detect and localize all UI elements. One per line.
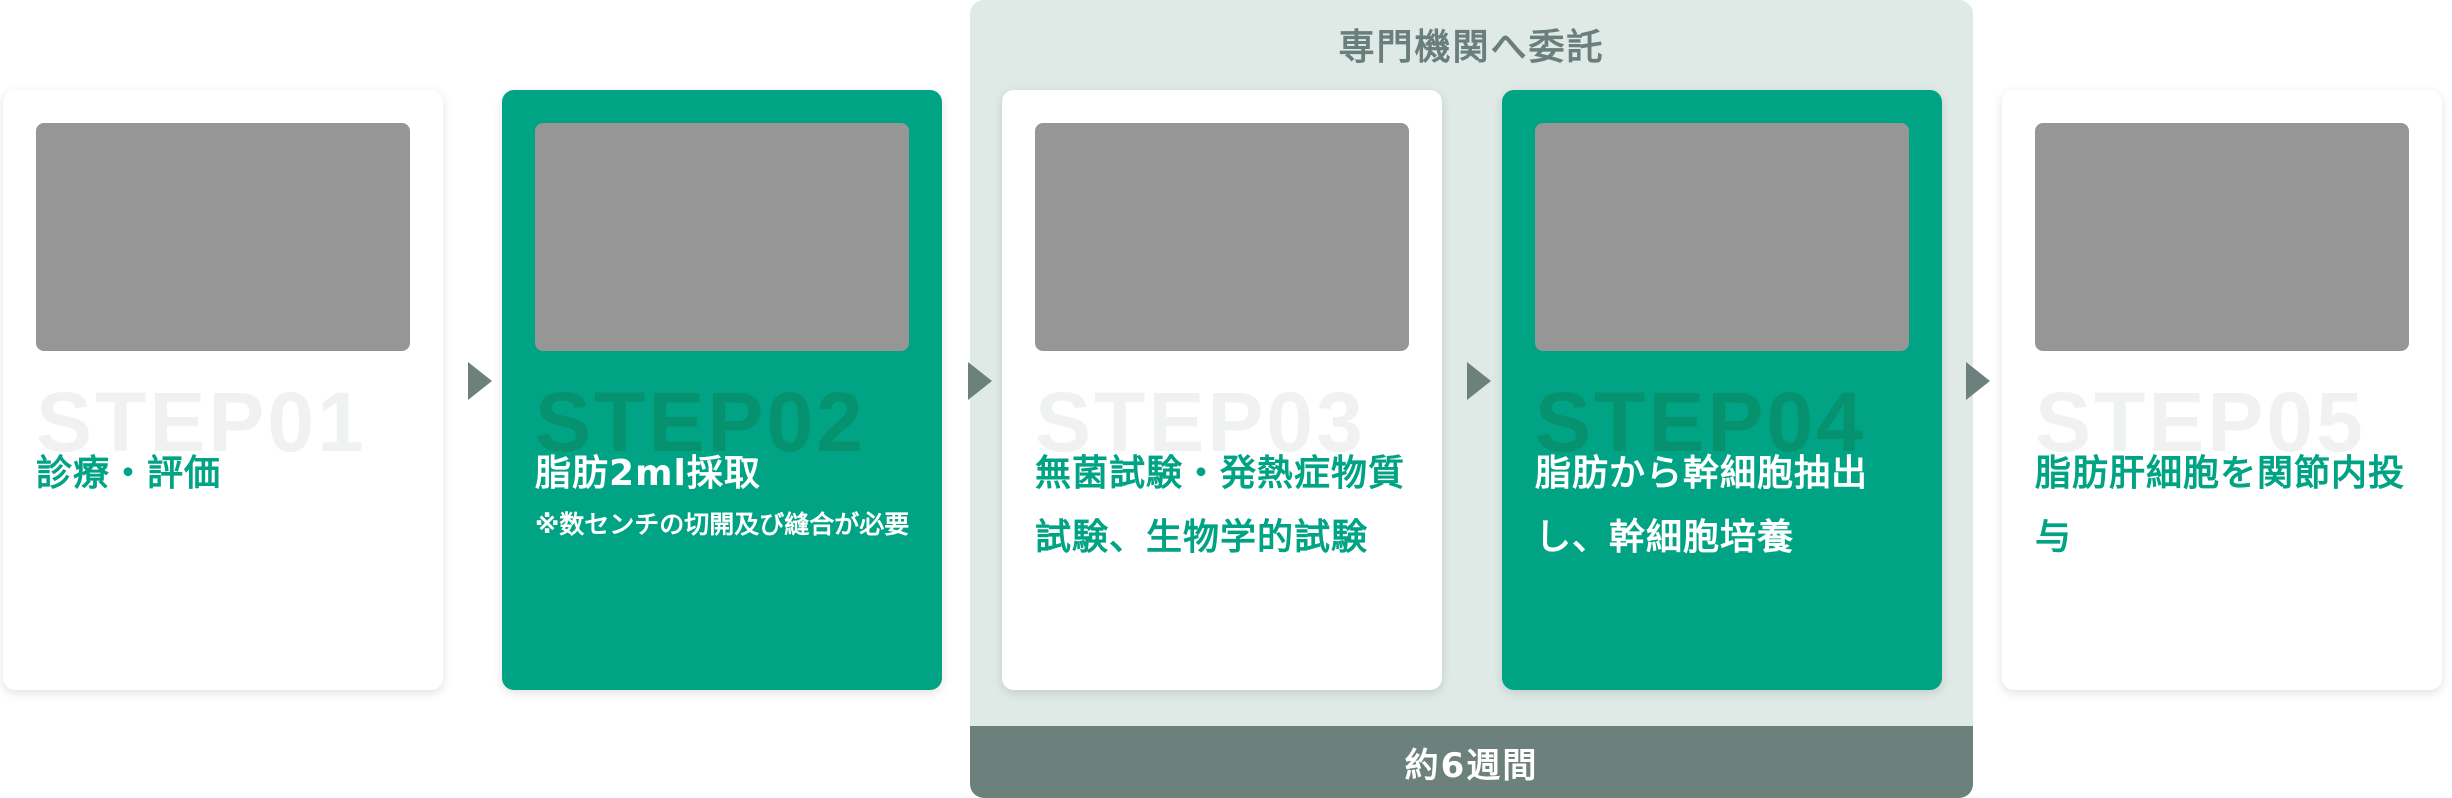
- step-image-placeholder: [535, 123, 909, 351]
- step-image-placeholder: [1535, 123, 1909, 351]
- step-card-02: STEP02 脂肪2ml採取 ※数センチの切開及び縫合が必要: [502, 90, 942, 690]
- arrow-right-icon: [968, 362, 992, 400]
- step-image-placeholder: [2035, 123, 2409, 351]
- step-title: 診療・評価: [36, 453, 222, 494]
- step-card-05: STEP05 脂肪肝細胞を関節内投与: [2002, 90, 2442, 690]
- step-image-placeholder: [1035, 123, 1409, 351]
- step-title: 脂肪2ml採取: [535, 453, 761, 494]
- step-title: 脂肪から幹細胞抽出し、幹細胞培養: [1535, 453, 1869, 558]
- arrow-right-icon: [468, 362, 492, 400]
- process-flow: 専門機関へ委託 約6週間 STEP01 診療・評価 STEP02 脂肪2ml採取…: [0, 0, 2452, 798]
- arrow-right-icon: [1966, 362, 1990, 400]
- duration-bar: 約6週間: [970, 726, 1973, 798]
- step-note: ※数センチの切開及び縫合が必要: [535, 510, 910, 539]
- step-title: 無菌試験・発熱症物質試験、生物学的試験: [1035, 453, 1406, 558]
- step-card-03: STEP03 無菌試験・発熱症物質試験、生物学的試験: [1002, 90, 1442, 690]
- arrow-right-icon: [1467, 362, 1491, 400]
- step-card-01: STEP01 診療・評価: [3, 90, 443, 690]
- group-title: 専門機関へ委託: [1338, 27, 1605, 68]
- step-title: 脂肪肝細胞を関節内投与: [2035, 453, 2406, 558]
- step-image-placeholder: [36, 123, 410, 351]
- step-card-04: STEP04 脂肪から幹細胞抽出し、幹細胞培養: [1502, 90, 1942, 690]
- duration-label: 約6週間: [1404, 745, 1539, 786]
